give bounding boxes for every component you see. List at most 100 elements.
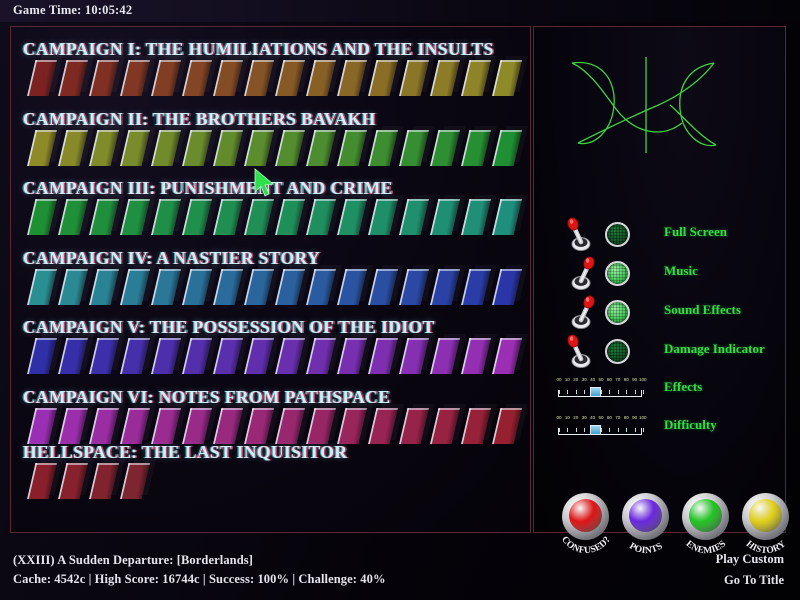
play-custom-button[interactable]: Play Custom (716, 552, 784, 567)
level-tile-top-edge (492, 130, 522, 132)
level-tile-top-edge (182, 199, 212, 201)
option-toggle-row: Full Screen (534, 217, 787, 251)
slider-control[interactable]: 00 10 20 30 40 50 60 70 80 90 100 (556, 377, 647, 401)
level-tile-top-edge (430, 130, 460, 132)
level-tile-top-edge (27, 463, 57, 465)
level-tile-top-edge (120, 463, 150, 465)
slider-tick-mark (643, 428, 644, 432)
game-logo-art (571, 57, 717, 153)
slider-tick-label: 60 (606, 415, 612, 420)
level-tile-top-edge (120, 130, 150, 132)
level-tile-top-edge (368, 408, 398, 410)
level-tile-top-edge (151, 199, 181, 201)
slider-tick-mark (584, 428, 586, 432)
level-tile-top-edge (275, 408, 305, 410)
option-toggle-row: Music (534, 256, 787, 290)
level-tile-top-edge (182, 60, 212, 62)
level-tile-top-edge (182, 130, 212, 132)
level-tile-top-edge (275, 338, 305, 340)
level-tile-top-edge (492, 408, 522, 410)
level-tile-top-edge (89, 269, 119, 271)
slider-tick-mark (609, 428, 611, 432)
toggle-switch[interactable] (565, 295, 597, 329)
slider-tick-mark (575, 390, 577, 394)
svg-text:CONFUSED?: CONFUSED? (559, 535, 613, 556)
level-tile-top-edge (213, 130, 243, 132)
level-tile-top-edge (89, 199, 119, 201)
level-tile-top-edge (399, 408, 429, 410)
level-tile-top-edge (399, 338, 429, 340)
slider-tick-label: 50 (598, 415, 604, 420)
level-tile-top-edge (58, 408, 88, 410)
level-tile-top-edge (306, 408, 336, 410)
info-button[interactable]: ENEMIES (682, 493, 729, 556)
level-tile-top-edge (337, 338, 367, 340)
slider-tick-label: 20 (573, 415, 579, 420)
player-stats-line: Cache: 4542c | High Score: 16744c | Succ… (13, 572, 386, 586)
toggle-switch[interactable] (565, 217, 597, 251)
level-tile-top-edge (337, 60, 367, 62)
toggle-switch[interactable] (565, 334, 597, 368)
slider-tick-mark (575, 428, 577, 432)
slider-tick-mark (567, 390, 569, 394)
level-tile-top-edge (27, 269, 57, 271)
level-tile-top-edge (120, 269, 150, 271)
slider-tick-labels: 00 10 20 30 40 50 60 70 80 90 100 (556, 415, 647, 424)
level-tile-top-edge (89, 338, 119, 340)
level-tile-top-edge (492, 60, 522, 62)
toggle-led-indicator[interactable] (605, 261, 630, 286)
level-tile-top-edge (306, 269, 336, 271)
option-label: Full Screen (664, 224, 727, 239)
level-tile-top-edge (120, 60, 150, 62)
slider-handle[interactable] (590, 425, 602, 435)
level-tile-top-edge (27, 60, 57, 62)
level-tile-top-edge (58, 60, 88, 62)
info-button[interactable]: HISTORY (742, 493, 789, 556)
level-tile-top-edge (461, 408, 491, 410)
slider-tick-label: 100 (639, 415, 647, 420)
level-tile-top-edge (27, 408, 57, 410)
level-tile-top-edge (337, 408, 367, 410)
slider-tick-label: 60 (606, 377, 612, 382)
slider-tick-label: 30 (581, 415, 587, 420)
level-tile-top-edge (244, 130, 274, 132)
level-tile-top-edge (244, 60, 274, 62)
slider-tick-label: 10 (564, 377, 570, 382)
level-tile-top-edge (213, 199, 243, 201)
info-button[interactable]: POINTS (622, 493, 669, 556)
level-tile-top-edge (430, 408, 460, 410)
options-panel: Full Screen Music Sound Effects Damage Indi… (533, 26, 789, 556)
slider-tick-mark (559, 428, 560, 432)
level-tile-top-edge (306, 338, 336, 340)
go-to-title-button[interactable]: Go To Title (724, 573, 784, 588)
level-tile-top-edge (430, 199, 460, 201)
level-tile-top-edge (151, 130, 181, 132)
info-button[interactable]: CONFUSED? (559, 493, 613, 556)
level-tile-top-edge (368, 269, 398, 271)
slider-handle[interactable] (590, 387, 602, 397)
level-tile-top-edge (244, 408, 274, 410)
slider-label: Difficulty (664, 417, 717, 432)
level-tile-top-edge (151, 60, 181, 62)
svg-text:POINTS: POINTS (627, 541, 664, 556)
slider-tick-mark (643, 390, 644, 394)
slider-tick-label: 20 (573, 377, 579, 382)
campaign-list-panel: CAMPAIGN I: THE HUMILIATIONS AND THE INS… (10, 26, 531, 533)
level-tile-top-edge (368, 130, 398, 132)
slider-tick-label: 80 (623, 377, 629, 382)
toggle-led-indicator[interactable] (605, 300, 630, 325)
level-tile-top-edge (89, 130, 119, 132)
toggle-switch[interactable] (565, 256, 597, 290)
slider-control[interactable]: 00 10 20 30 40 50 60 70 80 90 100 (556, 415, 647, 439)
option-label: Damage Indicator (664, 341, 765, 356)
game-time-label: Game Time: 10:05:42 (13, 3, 133, 17)
level-tile-top-edge (244, 338, 274, 340)
level-tile-top-edge (399, 130, 429, 132)
toggle-led-indicator[interactable] (605, 339, 630, 364)
toggle-led-indicator[interactable] (605, 222, 630, 247)
slider-tick-mark (617, 390, 619, 394)
level-tile-top-edge (182, 408, 212, 410)
option-slider-row: 00 10 20 30 40 50 60 70 80 90 100 Difficulty (534, 413, 787, 443)
slider-tick-mark (609, 390, 611, 394)
slider-tick-label: 00 (556, 415, 562, 420)
